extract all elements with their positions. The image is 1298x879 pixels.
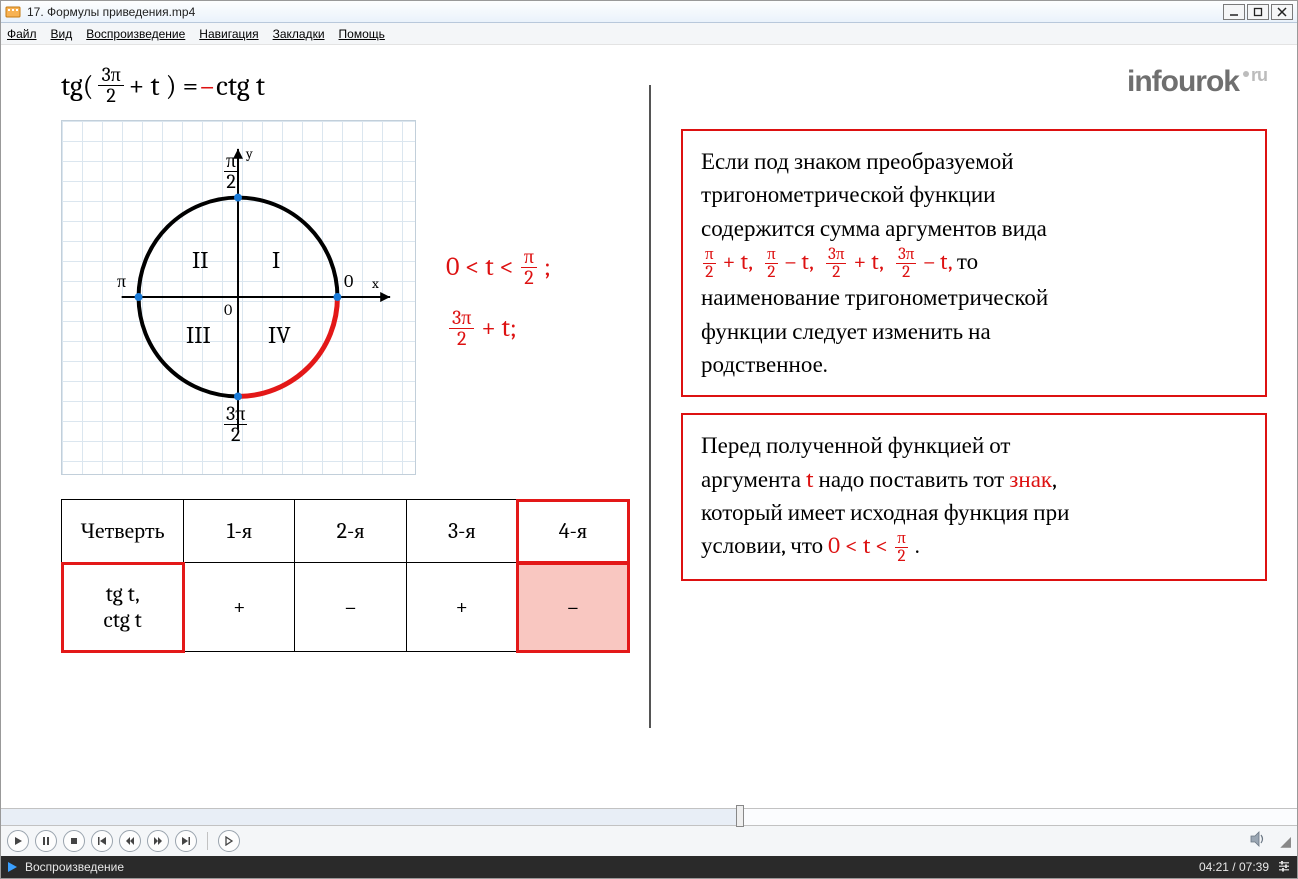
next-track-button[interactable] xyxy=(175,830,197,852)
pause-button[interactable] xyxy=(35,830,57,852)
play-button[interactable] xyxy=(7,830,29,852)
stop-button[interactable] xyxy=(63,830,85,852)
playback-controls: ◢ xyxy=(1,826,1297,856)
volume-icon[interactable] xyxy=(1250,831,1268,852)
seek-handle[interactable] xyxy=(736,805,744,827)
axis-bottom-label: 3π2 xyxy=(222,404,249,445)
prev-track-button[interactable] xyxy=(91,830,113,852)
status-bar: Воспроизведение 04:21 / 07:39 xyxy=(1,856,1297,878)
sign-table: Четверть 1-я 2-я 3-я 4-я tg t,ctg t + – … xyxy=(61,499,629,652)
menu-file[interactable]: Файл xyxy=(7,27,37,41)
y-axis-label: y xyxy=(246,145,253,162)
quadrant-4-label: IV xyxy=(268,321,291,349)
unit-circle-diagram: I II III IV π2 3π2 π 0 0 x y xyxy=(61,120,416,475)
menu-help[interactable]: Помощь xyxy=(339,27,385,41)
axis-top-label: π2 xyxy=(222,151,240,192)
minimize-button[interactable] xyxy=(1223,4,1245,20)
x-axis-label: x xyxy=(372,275,379,292)
control-separator xyxy=(207,832,208,850)
menu-view[interactable]: Вид xyxy=(51,27,73,41)
status-time: 04:21 / 07:39 xyxy=(1199,860,1269,874)
rule-box-2: Перед полученной функцией от аргумента t… xyxy=(681,413,1267,581)
rule-box-1: Если под знаком преобразуемой тригономет… xyxy=(681,129,1267,397)
status-play-icon xyxy=(5,860,19,874)
quadrant-3-label: III xyxy=(186,321,211,349)
infourok-logo: infourokru xyxy=(1127,65,1267,99)
close-button[interactable] xyxy=(1271,4,1293,20)
table-row: tg t,ctg t + – + – xyxy=(62,563,629,652)
step-fwd-button[interactable] xyxy=(147,830,169,852)
title-bar: 17. Формулы приведения.mp4 xyxy=(1,1,1297,23)
menu-navigation[interactable]: Навигация xyxy=(199,27,258,41)
status-label: Воспроизведение xyxy=(25,860,124,874)
main-formula: tg( 3π2 + t ) = – ctg t xyxy=(61,65,629,106)
axis-left-label: π xyxy=(117,271,126,292)
seek-bar[interactable] xyxy=(1,808,1297,826)
table-row: Четверть 1-я 2-я 3-я 4-я xyxy=(62,500,629,563)
row-label-cell: tg t,ctg t xyxy=(62,563,184,652)
grip-icon: ◢ xyxy=(1280,833,1291,850)
maximize-button[interactable] xyxy=(1247,4,1269,20)
menu-playback[interactable]: Воспроизведение xyxy=(86,27,185,41)
origin-label: 0 xyxy=(224,301,232,319)
quadrant-1-label: I xyxy=(272,246,280,274)
window-title: 17. Формулы приведения.mp4 xyxy=(27,5,1221,19)
status-settings-icon[interactable] xyxy=(1277,859,1291,876)
quadrant-2-label: II xyxy=(192,246,208,274)
frame-step-button[interactable] xyxy=(218,830,240,852)
step-back-button[interactable] xyxy=(119,830,141,852)
video-content: tg( 3π2 + t ) = – ctg t xyxy=(1,45,1297,808)
seek-progress xyxy=(1,809,740,825)
side-equations: 0 < t < π2 ; 3π2 + t; xyxy=(446,247,551,349)
menu-bar: Файл Вид Воспроизведение Навигация Закла… xyxy=(1,23,1297,45)
menu-bookmarks[interactable]: Закладки xyxy=(273,27,325,41)
app-icon xyxy=(5,4,21,20)
axis-right-label: 0 xyxy=(344,271,353,292)
